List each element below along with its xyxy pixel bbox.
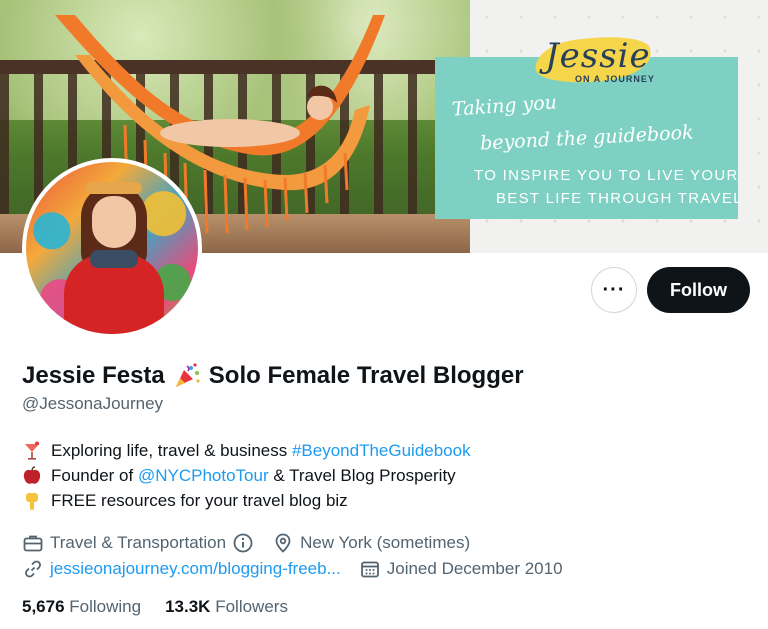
bio-line: FREE resources for your travel blog biz	[22, 488, 471, 513]
calendar-icon	[360, 561, 379, 578]
category-text: Travel & Transportation	[50, 533, 227, 552]
follow-button[interactable]: Follow	[647, 267, 750, 313]
blog-logo: Jessie ON A JOURNEY	[533, 30, 655, 88]
following-label: Following	[69, 597, 142, 616]
tagline-caps-2: BEST LIFE THROUGH TRAVEL	[496, 190, 743, 207]
hashtag-link[interactable]: #BeyondTheGuidebook	[292, 441, 471, 460]
location-item: New York (sometimes)	[272, 532, 470, 554]
followers-label: Followers	[215, 597, 288, 616]
briefcase-icon	[23, 535, 43, 552]
pointing-down-icon	[26, 492, 38, 510]
name-text: Jessie Festa	[22, 362, 165, 389]
bio-text: Founder of	[51, 466, 138, 485]
info-icon[interactable]	[232, 532, 254, 554]
profile-meta: Travel & Transportation New York (someti…	[22, 530, 581, 582]
website-link[interactable]: jessieonajourney.com/blogging-freeb...	[50, 559, 341, 579]
cocktail-icon	[25, 441, 39, 460]
bio: Exploring life, travel & business #Beyon…	[22, 438, 471, 513]
follow-stats: 5,676 Following 13.3K Followers	[22, 597, 288, 617]
bio-line: Exploring life, travel & business #Beyon…	[22, 438, 471, 463]
bio-text: FREE resources for your travel blog biz	[51, 491, 348, 510]
avatar-photo	[26, 162, 198, 334]
joined-text: Joined December 2010	[386, 559, 563, 578]
website-item: jessieonajourney.com/blogging-freeb...	[22, 558, 341, 580]
location-pin-icon	[275, 533, 291, 553]
followers-link[interactable]: 13.3K Followers	[165, 597, 288, 617]
name-suffix: Solo Female Travel Blogger	[208, 362, 524, 389]
link-icon	[25, 560, 41, 578]
bio-text: & Travel Blog Prosperity	[268, 466, 456, 485]
party-popper-icon	[175, 363, 200, 387]
bio-line: Founder of @NYCPhotoTour & Travel Blog P…	[22, 463, 471, 488]
followers-count: 13.3K	[165, 597, 211, 616]
tagline-caps-1: TO INSPIRE YOU TO LIVE YOUR	[474, 167, 739, 184]
display-name: Jessie Festa Solo Female Travel Blogger	[22, 362, 524, 390]
bio-text: Exploring life, travel & business	[51, 441, 292, 460]
category-item: Travel & Transportation	[22, 532, 254, 554]
location-text: New York (sometimes)	[300, 533, 471, 552]
more-options-button[interactable]: ···	[591, 267, 637, 313]
following-count: 5,676	[22, 597, 65, 616]
username-handle: @JessonaJourney	[22, 394, 164, 413]
apple-icon	[23, 465, 41, 484]
avatar[interactable]	[22, 158, 202, 338]
mention-link[interactable]: @NYCPhotoTour	[138, 466, 269, 485]
joined-item: Joined December 2010	[359, 558, 563, 580]
more-icon: ···	[602, 278, 626, 301]
following-link[interactable]: 5,676 Following	[22, 597, 141, 617]
